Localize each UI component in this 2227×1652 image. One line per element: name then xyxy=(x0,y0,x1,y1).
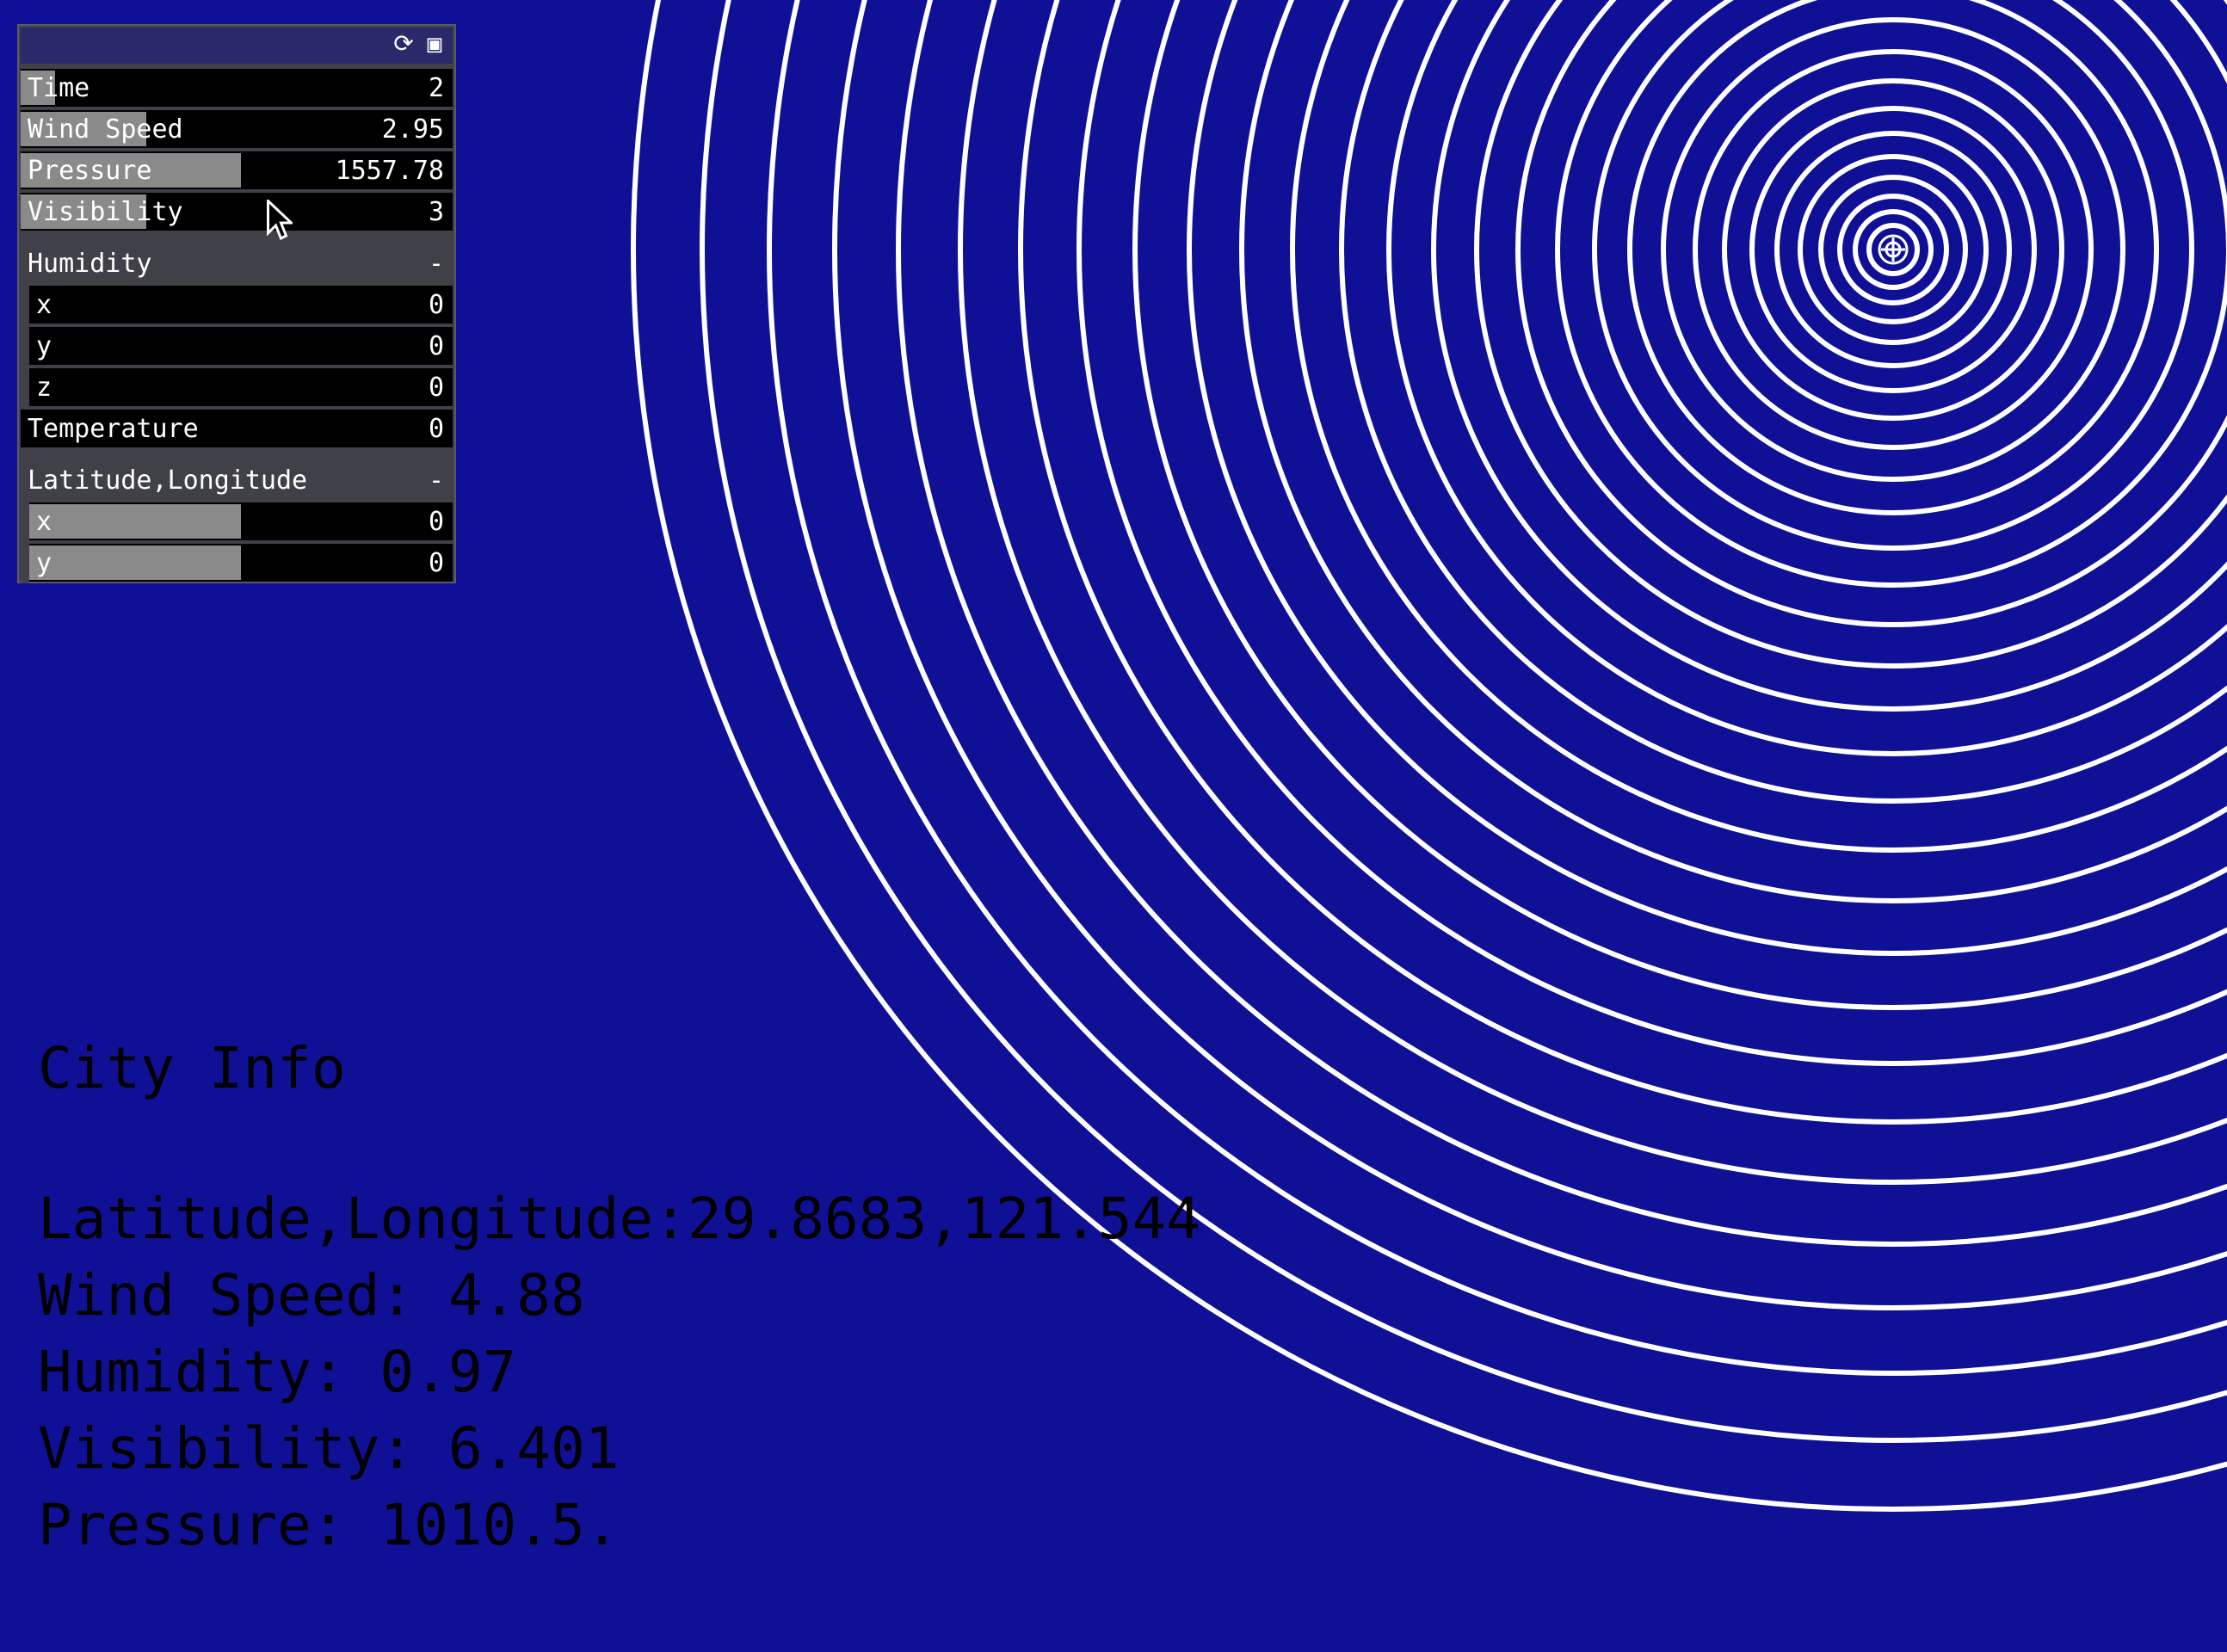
city-info-pressure: Pressure: 1010.5. xyxy=(38,1492,620,1558)
panel-header: ⟳ ▣ xyxy=(21,28,453,64)
field-label: z xyxy=(36,373,52,403)
city-info-title: City Info xyxy=(38,1035,346,1101)
slider-wind-speed[interactable]: Wind Speed 2.95 xyxy=(21,110,453,148)
city-info-panel: City Info Latitude,Longitude:29.8683,121… xyxy=(38,1032,1200,1563)
control-panel: ⟳ ▣ Time 2 Wind Speed 2.95 Pressure 1557… xyxy=(17,24,456,583)
city-info-wind-speed: Wind Speed: 4.88 xyxy=(38,1262,585,1328)
mouse-cursor-icon xyxy=(267,200,293,241)
group-indent xyxy=(21,284,29,408)
temperature-field[interactable]: Temperature 0 xyxy=(21,410,453,447)
humidity-group-header[interactable]: Humidity - xyxy=(21,244,453,282)
latlon-group-header[interactable]: Latitude,Longitude - xyxy=(21,461,453,499)
save-icon[interactable]: ▣ xyxy=(422,31,447,57)
latlon-slider-y[interactable]: y 0 xyxy=(29,544,453,582)
slider-label: Visibility xyxy=(28,197,183,227)
slider-value: 0 xyxy=(428,507,444,537)
city-info-humidity: Humidity: 0.97 xyxy=(38,1339,517,1405)
slider-label: Wind Speed xyxy=(28,114,183,145)
field-label: x xyxy=(36,290,52,320)
slider-fill xyxy=(29,504,241,539)
latlon-slider-x[interactable]: x 0 xyxy=(29,502,453,540)
field-value: 0 xyxy=(428,373,444,403)
group-title: Latitude,Longitude xyxy=(28,465,308,496)
city-info-visibility: Visibility: 6.401 xyxy=(38,1415,620,1482)
city-info-latlon: Latitude,Longitude:29.8683,121.544 xyxy=(38,1186,1201,1252)
slider-label: Time xyxy=(28,73,90,103)
slider-value: 0 xyxy=(428,548,444,578)
field-value: 0 xyxy=(428,331,444,361)
slider-value: 2.95 xyxy=(381,114,444,145)
field-value: 0 xyxy=(428,290,444,320)
humidity-field-x[interactable]: x 0 xyxy=(29,286,453,324)
slider-value: 1557.78 xyxy=(335,156,444,186)
field-label: y xyxy=(36,331,52,361)
refresh-icon[interactable]: ⟳ xyxy=(391,31,416,57)
slider-label: Pressure xyxy=(28,156,152,186)
group-title: Humidity xyxy=(28,249,152,279)
humidity-field-y[interactable]: y 0 xyxy=(29,327,453,365)
collapse-icon[interactable]: - xyxy=(429,465,444,497)
slider-pressure[interactable]: Pressure 1557.78 xyxy=(21,151,453,189)
slider-time[interactable]: Time 2 xyxy=(21,69,453,107)
slider-value: 2 xyxy=(428,73,444,103)
slider-value: 3 xyxy=(428,197,444,227)
field-label: Temperature xyxy=(28,414,199,444)
collapse-icon[interactable]: - xyxy=(429,248,444,280)
humidity-field-z[interactable]: z 0 xyxy=(29,368,453,406)
slider-fill xyxy=(29,546,241,580)
group-indent xyxy=(21,501,29,583)
slider-label: y xyxy=(36,548,52,578)
slider-visibility[interactable]: Visibility 3 xyxy=(21,193,453,231)
slider-label: x xyxy=(36,507,52,537)
field-value: 0 xyxy=(428,414,444,444)
